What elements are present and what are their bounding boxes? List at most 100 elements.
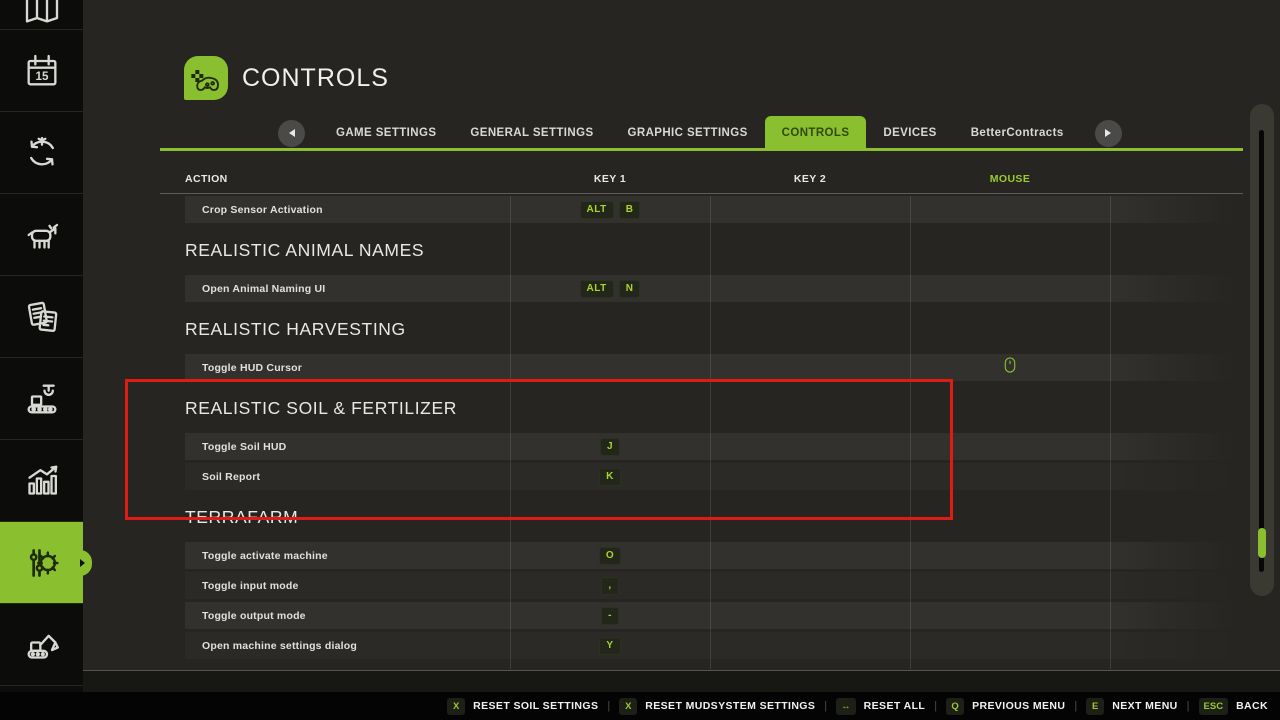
action-label: Toggle Soil HUD [185, 441, 510, 453]
keycap: O [599, 547, 621, 565]
tab-general-settings[interactable]: GENERAL SETTINGS [453, 116, 610, 150]
control-row[interactable]: Toggle Soil HUD J [185, 433, 1240, 460]
production-icon [22, 379, 62, 419]
mouse-icon [1004, 357, 1016, 378]
tab-bar: GAME SETTINGSGENERAL SETTINGSGRAPHIC SET… [264, 116, 1136, 150]
sidebar-item-production[interactable] [0, 358, 83, 440]
tab-devices[interactable]: DEVICES [866, 116, 953, 150]
action-label: Toggle HUD Cursor [185, 362, 510, 374]
map-icon [22, 0, 62, 28]
action-label: Soil Report [185, 471, 510, 483]
mouse-binding[interactable] [910, 357, 1110, 378]
panel-bottom-gap [83, 671, 1280, 692]
footer-separator: | [1187, 700, 1190, 712]
sidebar-item-map[interactable] [0, 0, 83, 30]
keycap: ALT [580, 280, 614, 298]
action-label: Toggle activate machine [185, 550, 510, 562]
settings-icon [22, 543, 62, 583]
column-header-key2: KEY 2 [710, 173, 910, 185]
action-label: Open Animal Naming UI [185, 283, 510, 295]
control-row[interactable]: Open machine settings dialog Y [185, 632, 1240, 659]
control-row[interactable]: Toggle activate machine O [185, 542, 1240, 569]
table-header-divider [160, 193, 1243, 194]
section-title: REALISTIC SOIL & FERTILIZER [185, 398, 1240, 419]
page-title: CONTROLS [242, 64, 389, 93]
left-arrow-icon[interactable] [278, 120, 305, 147]
control-row[interactable]: Open Animal Naming UI ALT N [185, 275, 1240, 302]
footer-keycap: ESC [1199, 698, 1229, 715]
column-header-mouse: MOUSE [910, 173, 1110, 185]
scrollbar[interactable] [1250, 104, 1274, 596]
tab-game-settings[interactable]: GAME SETTINGS [319, 116, 453, 150]
control-row[interactable]: Toggle HUD Cursor [185, 354, 1240, 381]
action-label: Toggle output mode [185, 610, 510, 622]
statistics-icon [22, 461, 62, 501]
active-item-notch [72, 550, 92, 576]
footer-button-back[interactable]: ESC BACK [1199, 698, 1268, 715]
scrollbar-track[interactable] [1259, 130, 1264, 572]
key1-binding[interactable]: - [510, 607, 710, 625]
sidebar-item-construction[interactable] [0, 604, 83, 686]
footer-label: BACK [1236, 700, 1268, 712]
key1-binding[interactable]: Y [510, 637, 710, 655]
sidebar-item-animals[interactable] [0, 194, 83, 276]
key1-binding[interactable]: ALT N [510, 280, 710, 298]
tab-controls[interactable]: CONTROLS [765, 116, 867, 150]
action-label: Crop Sensor Activation [185, 204, 510, 216]
section-title: REALISTIC ANIMAL NAMES [185, 240, 1240, 261]
control-row[interactable]: Crop Sensor ActivationALTB [185, 196, 1240, 223]
panel-bottom-edge [83, 670, 1280, 671]
key1-binding[interactable]: ALTB [510, 201, 710, 219]
sidebar-item-statistics[interactable] [0, 440, 83, 522]
keycap: N [619, 280, 641, 298]
gamepad-icon [184, 56, 228, 100]
keycap: K [599, 468, 621, 486]
footer-label: RESET SOIL SETTINGS [473, 700, 598, 712]
footer-button-reset-soil-settings[interactable]: X RESET SOIL SETTINGS [447, 698, 598, 715]
right-arrow-icon[interactable] [1095, 120, 1122, 147]
keycap: - [601, 607, 619, 625]
sidebar-item-contracts[interactable] [0, 276, 83, 358]
controls-table: Crop Sensor ActivationALTBREALISTIC ANIM… [185, 196, 1240, 670]
footer-label: RESET MUDSYSTEM SETTINGS [645, 700, 815, 712]
svg-text:15: 15 [35, 70, 48, 83]
contracts-icon [22, 297, 62, 337]
keycap: J [600, 438, 620, 456]
footer-separator: | [824, 700, 827, 712]
sidebar-item-crop-rotation[interactable] [0, 112, 83, 194]
key1-binding[interactable]: O [510, 547, 710, 565]
column-header-action: ACTION [185, 173, 228, 185]
controls-settings-screen: CONTROLS GAME SETTINGSGENERAL SETTINGSGR… [0, 0, 1280, 720]
key1-binding[interactable]: K [510, 468, 710, 486]
sidebar-item-settings[interactable] [0, 522, 83, 604]
tab-bettercontracts[interactable]: BetterContracts [954, 116, 1081, 150]
construction-icon [22, 625, 62, 665]
action-label: Open machine settings dialog [185, 640, 510, 652]
control-row[interactable]: Soil Report K [185, 463, 1240, 490]
keycap: , [601, 577, 619, 595]
footer-keycap: Q [946, 698, 964, 715]
footer-separator: | [1074, 700, 1077, 712]
sidebar-item-calendar[interactable]: 15 [0, 30, 83, 112]
key1-binding[interactable]: , [510, 577, 710, 595]
footer-keycap: X [447, 698, 465, 715]
keycap: B [619, 201, 641, 219]
keycap: Y [599, 637, 620, 655]
footer-keycap: ↔ [836, 698, 856, 715]
footer-bar: X RESET SOIL SETTINGS | X RESET MUDSYSTEM SE… [0, 692, 1280, 720]
control-row[interactable]: Toggle input mode, [185, 572, 1240, 599]
footer-separator: | [607, 700, 610, 712]
footer-button-reset-all[interactable]: ↔RESET ALL [836, 698, 925, 715]
footer-button-next-menu[interactable]: ENEXT MENU [1086, 698, 1177, 715]
column-header-key1: KEY 1 [510, 173, 710, 185]
control-row[interactable]: Toggle output mode - [185, 602, 1240, 629]
footer-button-reset-mudsystem-settings[interactable]: X RESET MUDSYSTEM SETTINGS [619, 698, 815, 715]
key1-binding[interactable]: J [510, 438, 710, 456]
scrollbar-thumb[interactable] [1258, 528, 1266, 558]
footer-button-previous-menu[interactable]: QPREVIOUS MENU [946, 698, 1065, 715]
table-header: ACTION KEY 1 KEY 2 MOUSE [185, 173, 1240, 191]
crop-rotation-icon [22, 133, 62, 173]
footer-label: NEXT MENU [1112, 700, 1177, 712]
tab-graphic-settings[interactable]: GRAPHIC SETTINGS [611, 116, 765, 150]
footer-keycap: X [619, 698, 637, 715]
